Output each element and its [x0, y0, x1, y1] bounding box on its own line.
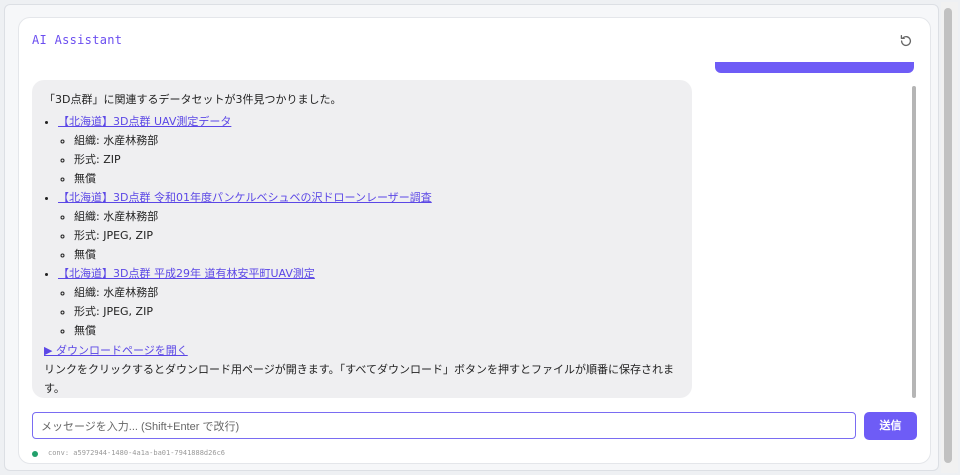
dataset-item: 【北海道】3D点群 令和01年度パンケルベシュベの沢ドローンレーザー調査 組織:… — [58, 188, 680, 264]
dataset-link[interactable]: 【北海道】3D点群 UAV測定データ — [58, 115, 231, 128]
dataset-org: 組織: 水産林務部 — [74, 207, 680, 226]
message-input[interactable]: メッセージを入力... (Shift+Enter で改行) — [32, 412, 856, 439]
page-scrollbar[interactable] — [941, 2, 958, 473]
dataset-link[interactable]: 【北海道】3D点群 平成29年 道有林安平町UAV測定 — [58, 267, 315, 280]
page-scrollbar-thumb[interactable] — [944, 8, 952, 463]
dataset-details: 組織: 水産林務部 形式: JPEG, ZIP 無償 — [58, 283, 680, 340]
dataset-price: 無償 — [74, 321, 680, 340]
download-note: リンクをクリックするとダウンロード用ページが開きます。「すべてダウンロード」ボタ… — [44, 363, 674, 395]
dataset-format: 形式: JPEG, ZIP — [74, 302, 680, 321]
user-message-bubble — [715, 62, 914, 73]
dataset-link[interactable]: 【北海道】3D点群 令和01年度パンケルベシュベの沢ドローンレーザー調査 — [58, 191, 432, 204]
refresh-icon[interactable] — [898, 33, 914, 49]
dataset-format: 形式: JPEG, ZIP — [74, 226, 680, 245]
assistant-message-bubble: 「3D点群」に関連するデータセットが3件見つかりました。 【北海道】3D点群 U… — [32, 80, 692, 398]
app-title: AI Assistant — [32, 33, 123, 47]
connection-status-dot — [32, 451, 38, 457]
dataset-org: 組織: 水産林務部 — [74, 283, 680, 302]
dataset-item: 【北海道】3D点群 平成29年 道有林安平町UAV測定 組織: 水産林務部 形式… — [58, 264, 680, 340]
dataset-details: 組織: 水産林務部 形式: JPEG, ZIP 無償 — [58, 207, 680, 264]
assistant-intro-text: 「3D点群」に関連するデータセットが3件見つかりました。 — [44, 93, 342, 106]
send-button[interactable]: 送信 — [864, 412, 917, 440]
dataset-org: 組織: 水産林務部 — [74, 131, 680, 150]
dataset-details: 組織: 水産林務部 形式: ZIP 無償 — [58, 131, 680, 188]
dataset-price: 無償 — [74, 169, 680, 188]
dataset-price: 無償 — [74, 245, 680, 264]
messages-scrollbar[interactable] — [912, 86, 916, 398]
download-page-link[interactable]: ▶ ダウンロードページを開く — [44, 341, 680, 360]
dataset-format: 形式: ZIP — [74, 150, 680, 169]
conversation-id: conv: a5972944-1480-4a1a-ba01-7941888d26… — [48, 449, 226, 457]
dataset-item: 【北海道】3D点群 UAV測定データ 組織: 水産林務部 形式: ZIP 無償 — [58, 112, 680, 188]
dataset-list: 【北海道】3D点群 UAV測定データ 組織: 水産林務部 形式: ZIP 無償 … — [44, 112, 680, 340]
